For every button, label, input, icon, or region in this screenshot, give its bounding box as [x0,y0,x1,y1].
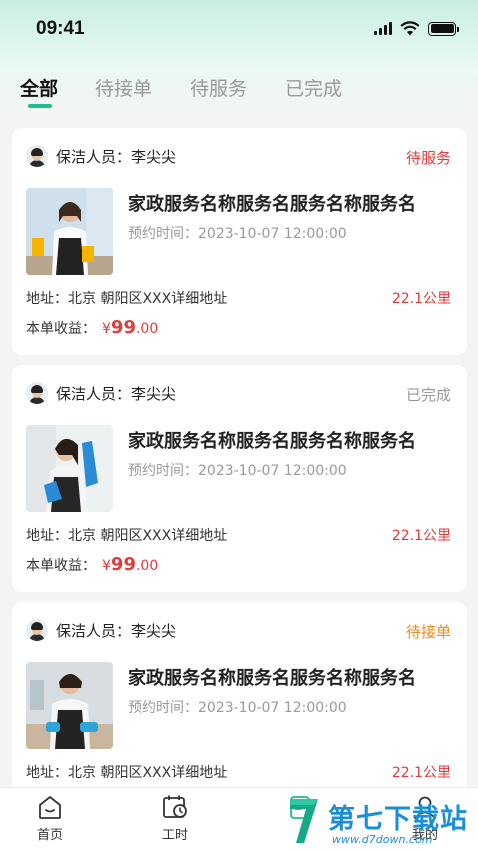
cleaner-label: 保洁人员：李尖尖 [56,147,177,166]
cleaner-avatar [26,145,48,167]
watermark-url: www.d7down.com [332,833,433,846]
signal-icon [374,22,392,35]
tabbar-home[interactable]: 首页 [20,794,80,843]
service-address: 地址：北京 朝阳区XXX详细地址 [26,765,228,781]
tabbar-home-label: 首页 [36,828,63,843]
order-status: 待服务 [405,149,451,167]
status-bar: 09:41 [0,0,478,60]
cleaner-row: 保洁人员：李尖尖 [26,381,176,405]
order-card[interactable]: 保洁人员：李尖尖 待接单 家政服务名称服务名服务名称服务名 预约时间：2023-… [12,602,467,792]
earnings-label: 本单收益： [26,321,96,337]
service-name: 家政服务名称服务名服务名称服务名 [128,194,416,215]
cleaner-row: 保洁人员：李尖尖 [26,618,176,642]
distance: 22.1公里 [391,528,451,544]
distance: 22.1公里 [391,291,451,307]
wifi-icon [400,21,420,36]
earnings-amount: ¥99.00 [102,317,159,338]
earnings-row: 本单收益： ¥99.00 [26,554,158,575]
home-icon [39,796,61,819]
cleaner-row: 保洁人员：李尖尖 [26,144,176,168]
appointment-time: 预约时间：2023-10-07 12:00:00 [128,463,347,479]
earnings-label: 本单收益： [26,558,96,574]
service-photo [26,425,113,512]
appointment-time: 预约时间：2023-10-07 12:00:00 [128,226,347,242]
service-photo [26,188,113,275]
cleaner-label: 保洁人员：李尖尖 [56,621,177,640]
tab-all[interactable]: 全部 [20,74,58,101]
service-name: 家政服务名称服务名服务名称服务名 [128,431,416,452]
distance: 22.1公里 [391,765,451,781]
service-address: 地址：北京 朝阳区XXX详细地址 [26,291,228,307]
order-tabs: 全部 待接单 待服务 已完成 [0,70,478,110]
tabbar-worktime[interactable]: 工时 [145,794,205,843]
earnings-row: 本单收益： ¥99.00 [26,317,158,338]
tab-pending-service[interactable]: 待服务 [190,74,247,101]
calendar-clock-icon [163,795,187,818]
cleaner-avatar [26,619,48,641]
order-card[interactable]: 保洁人员：李尖尖 已完成 家政服务名称服务名服务名称服务名 预约时间：2023-… [12,365,467,592]
active-tab-indicator [28,104,52,108]
site-watermark: 第七下载站 www.d7down.com [286,795,474,850]
service-name: 家政服务名称服务名服务名称服务名 [128,668,416,689]
order-card[interactable]: 保洁人员：李尖尖 待服务 家政服务名称服务名服务名称服务名 预约时间：2023-… [12,128,467,355]
tab-completed[interactable]: 已完成 [285,74,342,101]
status-time: 09:41 [36,18,85,39]
tabbar-worktime-label: 工时 [161,828,188,843]
cleaner-label: 保洁人员：李尖尖 [56,384,177,403]
status-icons [374,21,459,36]
service-photo [26,662,113,749]
order-status: 已完成 [405,386,451,404]
cleaner-avatar [26,382,48,404]
watermark-logo-icon [290,799,318,843]
tab-pending-accept[interactable]: 待接单 [95,74,152,101]
appointment-time: 预约时间：2023-10-07 12:00:00 [128,700,347,716]
order-status: 待接单 [405,623,451,641]
watermark-brand: 第七下载站 [328,804,468,835]
earnings-amount: ¥99.00 [102,554,159,575]
battery-icon [428,21,459,36]
service-address: 地址：北京 朝阳区XXX详细地址 [26,528,228,544]
